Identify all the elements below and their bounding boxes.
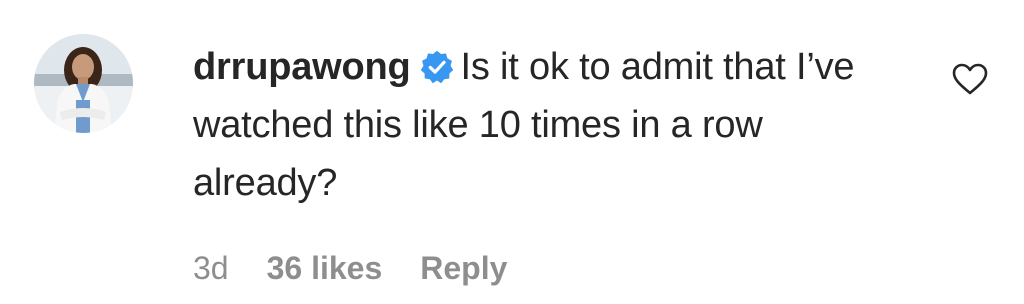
comment-item: drrupawong Is it ok to admit that I’ve w… (0, 0, 1024, 304)
username-link[interactable]: drrupawong (193, 46, 411, 88)
comment-meta: 3d 36 likes Reply (193, 248, 545, 288)
reply-button[interactable]: Reply (420, 248, 507, 288)
heart-outline-icon[interactable] (951, 62, 989, 96)
comment-timestamp[interactable]: 3d (193, 248, 229, 288)
verified-badge-icon (420, 50, 453, 84)
comment-body: drrupawong Is it ok to admit that I’ve w… (193, 38, 913, 212)
avatar-photo (34, 34, 133, 133)
likes-count[interactable]: 36 likes (267, 248, 383, 288)
avatar[interactable] (34, 34, 133, 133)
